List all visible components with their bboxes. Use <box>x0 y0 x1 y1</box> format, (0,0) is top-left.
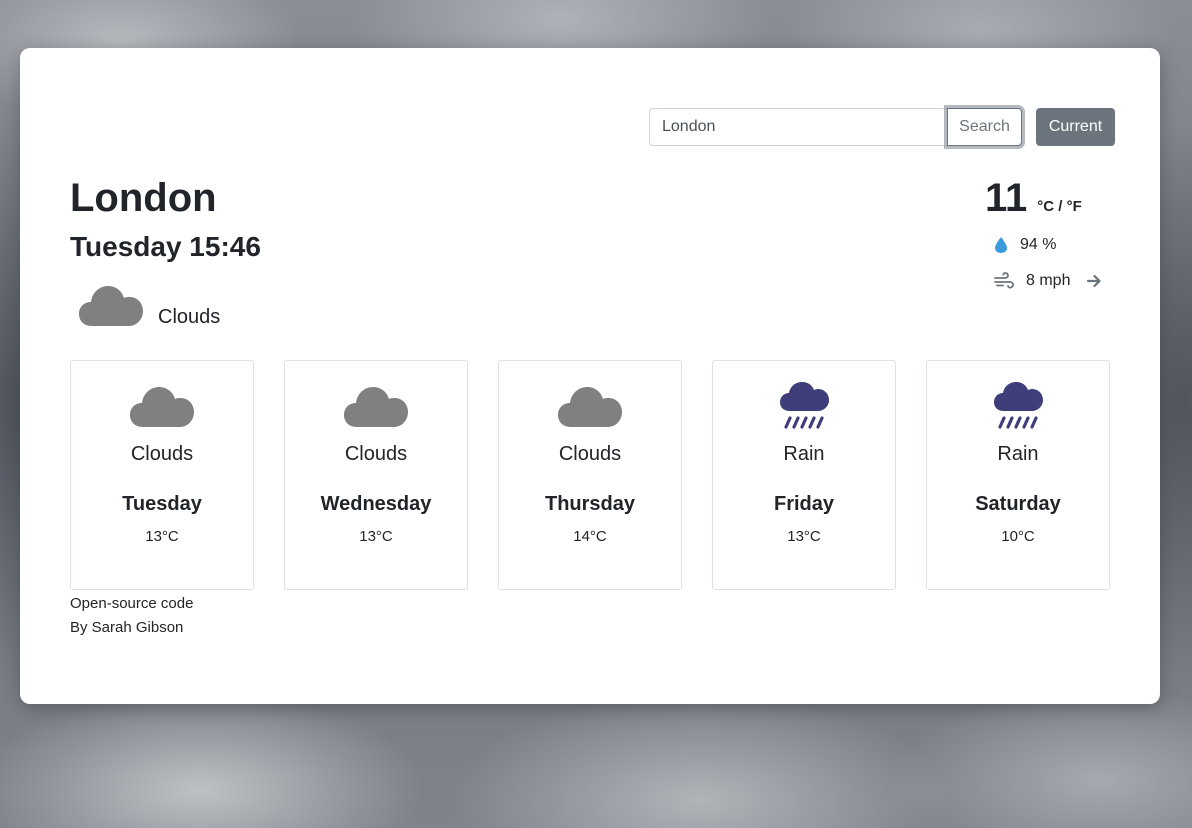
current-temperature-block: 11 °C / °F <box>985 174 1082 222</box>
forecast-list: Clouds Tuesday 13°C Clouds Wednesday 13°… <box>70 360 1110 590</box>
current-location-button[interactable]: Current <box>1036 108 1115 146</box>
forecast-description: Clouds <box>130 443 194 465</box>
forecast-day-name: Friday <box>773 493 835 515</box>
cloud-icon <box>558 387 622 427</box>
wind-icon <box>994 272 1014 289</box>
forecast-temperature: 13°C <box>359 528 393 545</box>
rain-icon <box>780 382 829 429</box>
forecast-day-name: Saturday <box>975 493 1061 515</box>
rain-icon <box>994 382 1043 429</box>
current-weather-description: Clouds <box>158 306 221 328</box>
forecast-temperature: 13°C <box>787 528 821 545</box>
forecast-day-card: Clouds Tuesday 13°C <box>70 360 254 590</box>
search-form: Search <box>649 108 1022 146</box>
cloud-icon <box>130 387 194 427</box>
forecast-description: Rain <box>997 443 1039 465</box>
current-datetime: Tuesday 15:46 <box>70 231 261 262</box>
forecast-day-card: Clouds Thursday 14°C <box>498 360 682 590</box>
forecast-day-name: Wednesday <box>320 493 432 515</box>
forecast-day-name: Tuesday <box>122 493 202 515</box>
forecast-description: Clouds <box>344 443 408 465</box>
author-credit: By Sarah Gibson <box>70 619 184 636</box>
city-search-input[interactable] <box>649 108 947 146</box>
forecast-temperature: 10°C <box>1001 528 1035 545</box>
water-drop-icon <box>995 237 1007 253</box>
humidity-value: 94 % <box>1020 236 1057 253</box>
forecast-temperature: 14°C <box>573 528 607 545</box>
unit-toggle[interactable]: °C / °F <box>1037 198 1082 215</box>
forecast-day-name: Thursday <box>544 493 636 515</box>
forecast-description: Rain <box>783 443 825 465</box>
forecast-day-card: Rain Friday 13°C <box>712 360 896 590</box>
humidity-row: 94 % <box>994 236 1056 254</box>
wind-direction-arrow-icon <box>1087 274 1102 288</box>
city-name: London <box>70 176 217 220</box>
forecast-day-card: Clouds Wednesday 13°C <box>284 360 468 590</box>
cloud-icon <box>344 387 408 427</box>
open-source-code-link[interactable]: Open-source code <box>70 592 193 616</box>
search-button[interactable]: Search <box>947 108 1022 146</box>
current-temperature: 11 <box>985 176 1028 220</box>
forecast-day-card: Rain Saturday 10°C <box>926 360 1110 590</box>
forecast-description: Clouds <box>558 443 622 465</box>
cloud-icon <box>79 286 143 326</box>
weather-app-card: Search Current London Tuesday 15:46 Clou… <box>20 48 1160 704</box>
footer: Open-source code By Sarah Gibson <box>70 592 193 640</box>
wind-row: 8 mph <box>994 272 1114 290</box>
forecast-temperature: 13°C <box>145 528 179 545</box>
wind-speed-value: 8 mph <box>1026 272 1071 289</box>
